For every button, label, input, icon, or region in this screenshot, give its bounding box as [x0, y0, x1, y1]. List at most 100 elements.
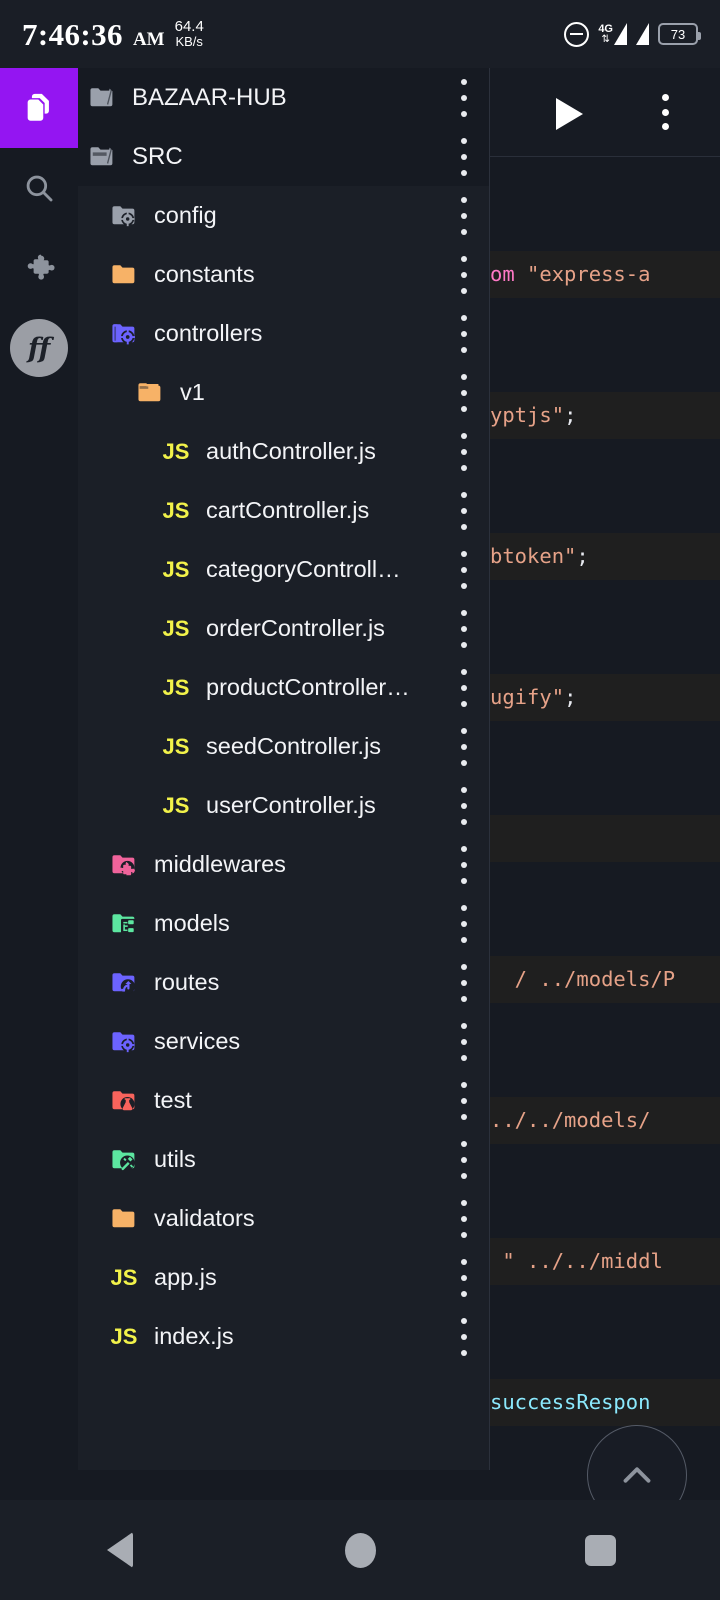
tree-file-row[interactable]: JS cartController.js [78, 481, 489, 540]
js-file-icon: JS [110, 1323, 138, 1349]
nav-recents-button[interactable] [540, 1500, 660, 1600]
search-icon [26, 175, 53, 202]
code-content[interactable]: om "express-a yptjs"; btoken"; ugify"; /… [490, 157, 720, 1500]
tree-file-row[interactable]: JS authController.js [78, 422, 489, 481]
js-file-icon: JS [162, 438, 190, 464]
more-options-icon[interactable] [447, 1317, 481, 1356]
tree-folder-row[interactable]: services [78, 1012, 489, 1071]
editor-toolbar [490, 68, 720, 156]
tree-item-label: services [154, 1028, 241, 1054]
js-file-icon: JS [162, 615, 190, 641]
clock-ampm: AM [132, 28, 165, 50]
battery-percent: 73 [670, 26, 686, 42]
folder-open-icon [130, 376, 170, 410]
folder-routes-icon [104, 966, 144, 1000]
more-options-icon[interactable] [447, 786, 481, 825]
folder-services-icon [104, 1025, 144, 1059]
more-options-icon[interactable] [447, 1140, 481, 1179]
tree-folder-row[interactable]: SRC [78, 127, 489, 186]
code-line: ugify"; [490, 674, 720, 721]
tree-folder-row[interactable]: models [78, 894, 489, 953]
avatar[interactable]: ff [0, 308, 78, 388]
tree-item-label: routes [154, 969, 220, 995]
more-options-icon[interactable] [447, 550, 481, 589]
more-options-icon[interactable] [447, 255, 481, 294]
more-options-icon[interactable] [447, 727, 481, 766]
file-explorer-drawer[interactable]: BAZAAR-HUB SRC config constants controllers v… [78, 68, 490, 1470]
tree-folder-row[interactable]: BAZAAR-HUB [78, 68, 489, 127]
more-options-icon[interactable] [447, 1258, 481, 1297]
overflow-menu-icon[interactable] [650, 94, 680, 130]
signal-icon-2 [636, 23, 649, 45]
tree-folder-row[interactable]: test [78, 1071, 489, 1130]
more-options-icon[interactable] [447, 78, 481, 117]
more-options-icon[interactable] [447, 137, 481, 176]
tree-item-label: constants [154, 261, 255, 287]
tree-item-label: orderController.js [206, 615, 385, 641]
more-options-icon[interactable] [447, 963, 481, 1002]
more-options-icon[interactable] [447, 491, 481, 530]
folder-config-icon [104, 199, 144, 233]
more-options-icon[interactable] [447, 1022, 481, 1061]
tree-file-row[interactable]: JS orderController.js [78, 599, 489, 658]
tab-partial-icon [492, 112, 510, 130]
tree-item-label: authController.js [206, 438, 376, 464]
more-options-icon[interactable] [447, 373, 481, 412]
more-options-icon[interactable] [447, 1081, 481, 1120]
js-file-icon: JS [162, 556, 190, 582]
tree-file-row[interactable]: JS categoryControll… [78, 540, 489, 599]
play-icon[interactable] [556, 98, 583, 130]
nav-home-button[interactable] [300, 1500, 420, 1600]
folder-models-icon [104, 907, 144, 941]
tree-folder-row[interactable]: routes [78, 953, 489, 1012]
tree-folder-row[interactable]: validators [78, 1189, 489, 1248]
code-line: ../../models/ [490, 1097, 720, 1144]
tree-folder-row[interactable]: config [78, 186, 489, 245]
sidebar-item-files[interactable] [0, 68, 78, 148]
more-options-icon[interactable] [447, 609, 481, 648]
tree-folder-row[interactable]: v1 [78, 363, 489, 422]
home-icon [344, 1532, 376, 1568]
more-options-icon[interactable] [447, 904, 481, 943]
tree-file-row[interactable]: JS index.js [78, 1307, 489, 1366]
battery-icon: 73 [658, 23, 701, 45]
tree-file-row[interactable]: JS seedController.js [78, 717, 489, 776]
tree-item-label: productController… [206, 674, 410, 700]
tree-item-label: SRC [132, 142, 183, 170]
tree-item-label: userController.js [206, 792, 376, 818]
tree-item-label: index.js [154, 1323, 234, 1349]
more-options-icon[interactable] [447, 314, 481, 353]
tree-file-row[interactable]: JS app.js [78, 1248, 489, 1307]
tree-item-label: config [154, 202, 217, 228]
sidebar-item-extensions[interactable] [0, 228, 78, 308]
tree-item-label: v1 [180, 379, 205, 405]
network-speed-value: 64.4 [174, 18, 204, 36]
signal-bars-icon-2 [636, 23, 649, 45]
activity-bar: ff [0, 68, 78, 1470]
tree-folder-row[interactable]: constants [78, 245, 489, 304]
sidebar-item-search[interactable] [0, 148, 78, 228]
nav-back-button[interactable] [60, 1500, 180, 1600]
tree-file-row[interactable]: JS productController… [78, 658, 489, 717]
tree-folder-row[interactable]: middlewares [78, 835, 489, 894]
more-options-icon[interactable] [447, 1199, 481, 1238]
back-icon [107, 1532, 133, 1568]
tree-file-row[interactable]: JS userController.js [78, 776, 489, 835]
folder-controllers-icon [104, 317, 144, 351]
tree-item-label: cartController.js [206, 497, 370, 523]
tree-folder-row[interactable]: controllers [78, 304, 489, 363]
code-line: / ../models/P [490, 956, 720, 1003]
tree-folder-row[interactable]: utils [78, 1130, 489, 1189]
more-options-icon[interactable] [447, 845, 481, 884]
recents-icon [584, 1534, 616, 1566]
folder-root-icon [82, 81, 122, 115]
js-file-icon: JS [162, 497, 190, 523]
js-file-icon: JS [162, 674, 190, 700]
tree-item-label: validators [154, 1205, 255, 1231]
more-options-icon[interactable] [447, 668, 481, 707]
code-line: yptjs"; [490, 392, 720, 439]
more-options-icon[interactable] [447, 432, 481, 471]
folder-open-src-icon [82, 140, 122, 174]
app-root: 7:46:36 AM 64.4 KB/s 4G ⇅ 73 om "express… [0, 0, 720, 1600]
more-options-icon[interactable] [447, 196, 481, 235]
